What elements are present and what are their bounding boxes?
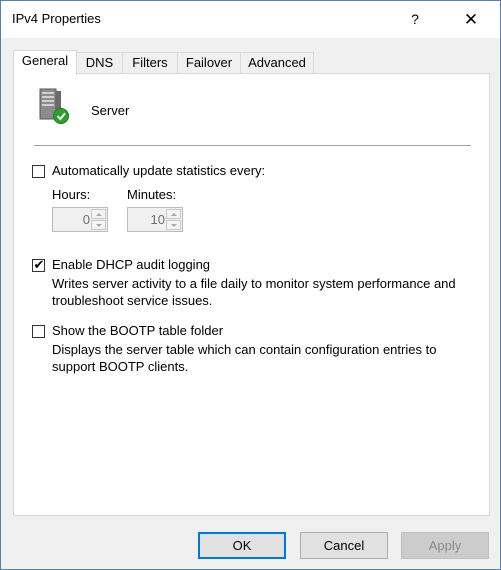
apply-button[interactable]: Apply	[401, 532, 489, 559]
ipv4-properties-dialog: IPv4 Properties ? ✕ General DNS Filters …	[0, 0, 501, 570]
general-tab-panel: Server Automatically update statistics e…	[13, 73, 490, 516]
hours-value: 0	[82, 212, 90, 227]
auto-update-checkbox[interactable]	[32, 165, 45, 178]
server-icon	[39, 88, 69, 124]
dhcp-audit-description-line2: troubleshoot service issues.	[52, 293, 213, 308]
cancel-button[interactable]: Cancel	[300, 532, 388, 559]
tab-filters[interactable]: Filters	[122, 52, 178, 74]
tab-advanced[interactable]: Advanced	[240, 52, 314, 74]
bootp-label: Show the BOOTP table folder	[52, 323, 224, 338]
title-bar: IPv4 Properties ? ✕	[1, 1, 500, 38]
checkmark-icon: ✔	[33, 257, 45, 272]
dhcp-audit-checkbox[interactable]: ✔	[32, 257, 45, 272]
bootp-checkbox[interactable]	[32, 325, 45, 338]
tab-failover[interactable]: Failover	[177, 52, 241, 74]
close-button[interactable]: ✕	[453, 1, 489, 38]
minutes-label: Minutes:	[127, 187, 177, 202]
server-label: Server	[91, 103, 130, 118]
tab-general[interactable]: General	[13, 50, 77, 75]
minutes-up-arrow-icon[interactable]	[166, 209, 181, 219]
separator	[34, 145, 471, 146]
auto-update-label: Automatically update statistics every:	[52, 163, 266, 178]
bootp-description-line2: support BOOTP clients.	[52, 359, 189, 374]
dhcp-audit-description-line1: Writes server activity to a file daily t…	[52, 276, 456, 291]
minutes-stepper[interactable]: 10	[127, 207, 183, 232]
ok-button[interactable]: OK	[198, 532, 286, 559]
minutes-value: 10	[150, 212, 165, 227]
window-title: IPv4 Properties	[12, 11, 101, 26]
minutes-down-arrow-icon[interactable]	[166, 220, 181, 230]
hours-down-arrow-icon[interactable]	[91, 220, 106, 230]
hours-stepper[interactable]: 0	[52, 207, 108, 232]
hours-up-arrow-icon[interactable]	[91, 209, 106, 219]
hours-label: Hours:	[52, 187, 91, 202]
bootp-description-line1: Displays the server table which can cont…	[52, 342, 437, 357]
dhcp-audit-label: Enable DHCP audit logging	[52, 257, 211, 272]
tab-dns[interactable]: DNS	[76, 52, 123, 74]
help-button[interactable]: ?	[397, 1, 433, 38]
